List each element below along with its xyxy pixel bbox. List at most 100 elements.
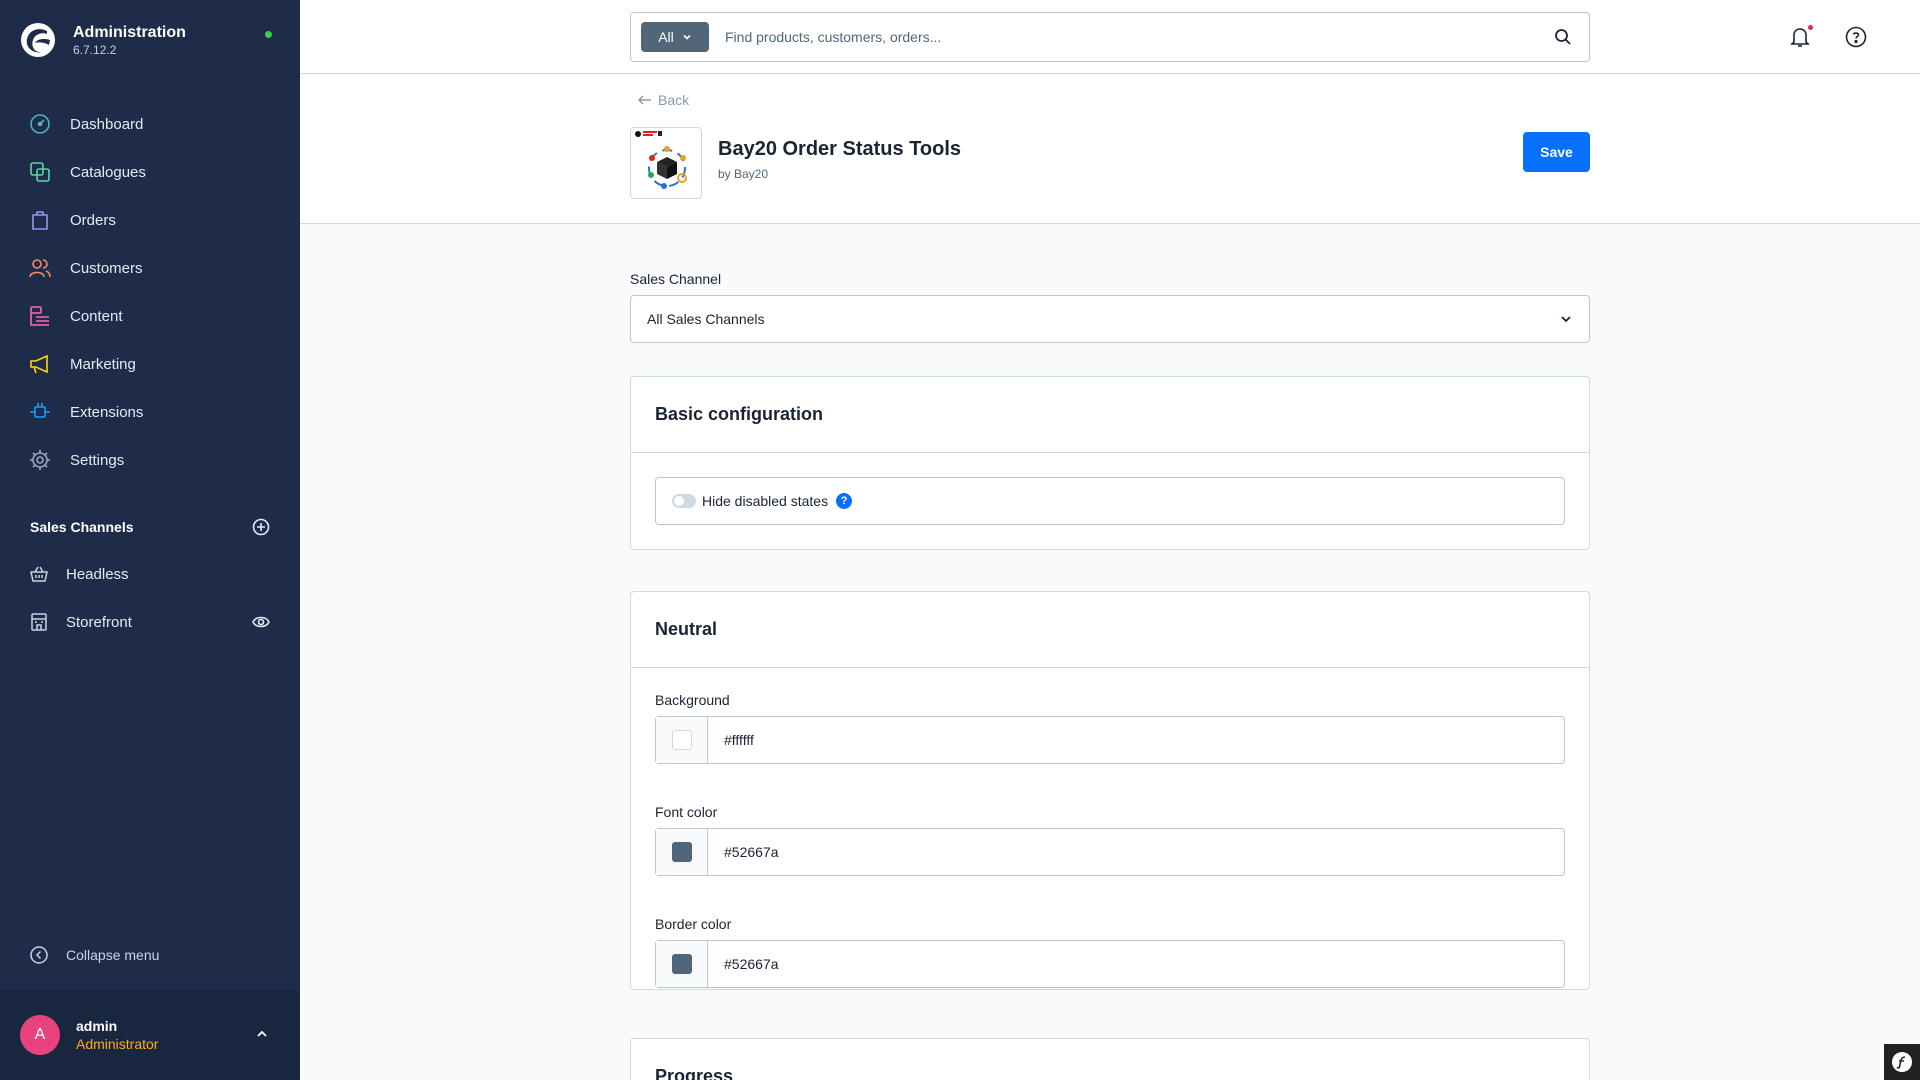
font-color-field: Font color #52667a <box>655 804 1565 876</box>
user-name: admin <box>76 1018 118 1034</box>
background-color-field: Background #ffffff <box>655 692 1565 764</box>
card-body: Background #ffffff Font color #52667a Bo… <box>631 668 1589 1012</box>
chevron-left-circle-icon <box>30 946 48 964</box>
settings-icon <box>29 449 51 471</box>
app-version: 6.7.12.2 <box>73 43 117 57</box>
nav-label: Extensions <box>70 403 144 421</box>
font-color-input[interactable]: #52667a <box>655 828 1565 876</box>
nav-label: Settings <box>70 451 125 469</box>
sales-channel-label: Storefront <box>66 613 132 631</box>
help-icon[interactable] <box>1844 25 1868 49</box>
add-sales-channel-icon[interactable] <box>252 518 270 536</box>
nav-item-customers[interactable]: Customers <box>0 244 300 292</box>
back-link[interactable]: Back <box>638 92 689 108</box>
status-dot <box>265 31 272 38</box>
color-swatch <box>671 730 692 750</box>
field-label: Font color <box>655 804 718 820</box>
sales-channels-header: Sales Channels <box>30 518 270 536</box>
field-label: Background <box>655 692 730 708</box>
global-search: All <box>630 12 1590 62</box>
switch-label: Hide disabled states <box>702 493 829 509</box>
back-label: Back <box>658 92 690 108</box>
background-color-input[interactable]: #ffffff <box>655 716 1565 764</box>
nav-item-settings[interactable]: Settings <box>0 436 300 484</box>
search-icon[interactable] <box>1553 27 1573 47</box>
dashboard-icon <box>29 113 51 135</box>
card-title: Basic configuration <box>631 377 1589 453</box>
progress-card: Progress <box>630 1038 1590 1080</box>
user-role: Administrator <box>76 1036 159 1052</box>
field-label: Border color <box>655 916 732 932</box>
arrow-left-icon <box>638 95 651 105</box>
search-type-label: All <box>658 29 674 45</box>
chevron-up-icon[interactable] <box>254 1026 270 1042</box>
basic-configuration-card: Basic configuration Hide disabled states… <box>630 376 1590 550</box>
sales-channels-title: Sales Channels <box>30 519 134 535</box>
nav-item-marketing[interactable]: Marketing <box>0 340 300 388</box>
hide-disabled-states-field: Hide disabled states ? <box>655 477 1565 525</box>
nav-label: Orders <box>70 211 116 229</box>
collapse-menu-label: Collapse menu <box>66 947 160 963</box>
sales-channel-headless[interactable]: Headless <box>0 550 300 598</box>
nav-label: Dashboard <box>70 115 144 133</box>
color-value: #ffffff <box>724 732 754 748</box>
color-value: #52667a <box>724 956 779 972</box>
search-type-select[interactable]: All <box>641 22 709 52</box>
sales-channel-storefront[interactable]: Storefront <box>0 598 300 646</box>
nav-item-extensions[interactable]: Extensions <box>0 388 300 436</box>
nav-label: Marketing <box>70 355 136 373</box>
top-bar: All <box>300 0 1920 74</box>
sales-channel-list: Headless Storefront <box>0 550 300 646</box>
color-picker-trigger[interactable] <box>656 941 708 987</box>
extensions-icon <box>29 401 51 423</box>
sales-channel-label: Sales Channel <box>630 271 722 287</box>
storefront-icon <box>29 612 49 632</box>
border-color-input[interactable]: #52667a <box>655 940 1565 988</box>
orders-icon <box>29 209 51 231</box>
avatar: A <box>20 1015 60 1055</box>
nav-item-catalogues[interactable]: Catalogues <box>0 148 300 196</box>
catalogues-icon <box>29 161 51 183</box>
page-header: Back Bay20 Order Status Tools by Bay20 S… <box>300 75 1920 224</box>
card-title: Progress <box>655 1066 734 1080</box>
symfony-toolbar-icon[interactable] <box>1884 1044 1920 1080</box>
sales-channel-label: Headless <box>66 565 129 583</box>
sidebar: Administration 6.7.12.2 Dashboard Catalo… <box>0 0 300 1080</box>
nav-label: Customers <box>70 259 143 277</box>
hide-disabled-states-toggle[interactable] <box>672 494 696 508</box>
chevron-down-icon <box>683 34 691 40</box>
nav-label: Catalogues <box>70 163 146 181</box>
neutral-card: Neutral Background #ffffff Font color #5… <box>630 591 1590 990</box>
card-title: Neutral <box>631 592 1589 668</box>
nav-item-dashboard[interactable]: Dashboard <box>0 100 300 148</box>
sales-channel-value: All Sales Channels <box>647 311 765 327</box>
eye-icon[interactable] <box>252 615 270 629</box>
nav-item-content[interactable]: Content <box>0 292 300 340</box>
plugin-author: by Bay20 <box>718 167 769 181</box>
page-title: Bay20 Order Status Tools <box>718 138 962 160</box>
color-picker-trigger[interactable] <box>656 829 708 875</box>
main-nav: Dashboard Catalogues Orders Customers Co… <box>0 100 300 484</box>
notification-badge <box>1807 24 1814 31</box>
nav-label: Content <box>70 307 123 325</box>
basket-icon <box>29 564 49 584</box>
sales-channel-field: Sales Channel All Sales Channels <box>630 271 1590 343</box>
chevron-down-icon <box>1561 316 1571 323</box>
save-button[interactable]: Save <box>1523 132 1590 172</box>
brand[interactable]: Administration 6.7.12.2 <box>20 22 186 58</box>
collapse-menu-button[interactable]: Collapse menu <box>29 945 159 965</box>
marketing-icon <box>29 353 51 375</box>
help-tooltip-icon[interactable]: ? <box>836 493 853 509</box>
color-picker-trigger[interactable] <box>656 717 708 763</box>
app-title: Administration <box>73 24 186 41</box>
symfony-logo-icon <box>1892 1052 1912 1072</box>
nav-item-orders[interactable]: Orders <box>0 196 300 244</box>
customers-icon <box>29 257 51 279</box>
border-color-field: Border color #52667a <box>655 916 1565 988</box>
color-swatch <box>671 842 692 862</box>
card-body: Hide disabled states ? <box>631 453 1589 549</box>
sales-channel-select[interactable]: All Sales Channels <box>630 295 1590 343</box>
color-swatch <box>671 954 692 974</box>
search-input[interactable] <box>725 13 1553 61</box>
user-menu[interactable]: A admin Administrator <box>0 990 300 1080</box>
